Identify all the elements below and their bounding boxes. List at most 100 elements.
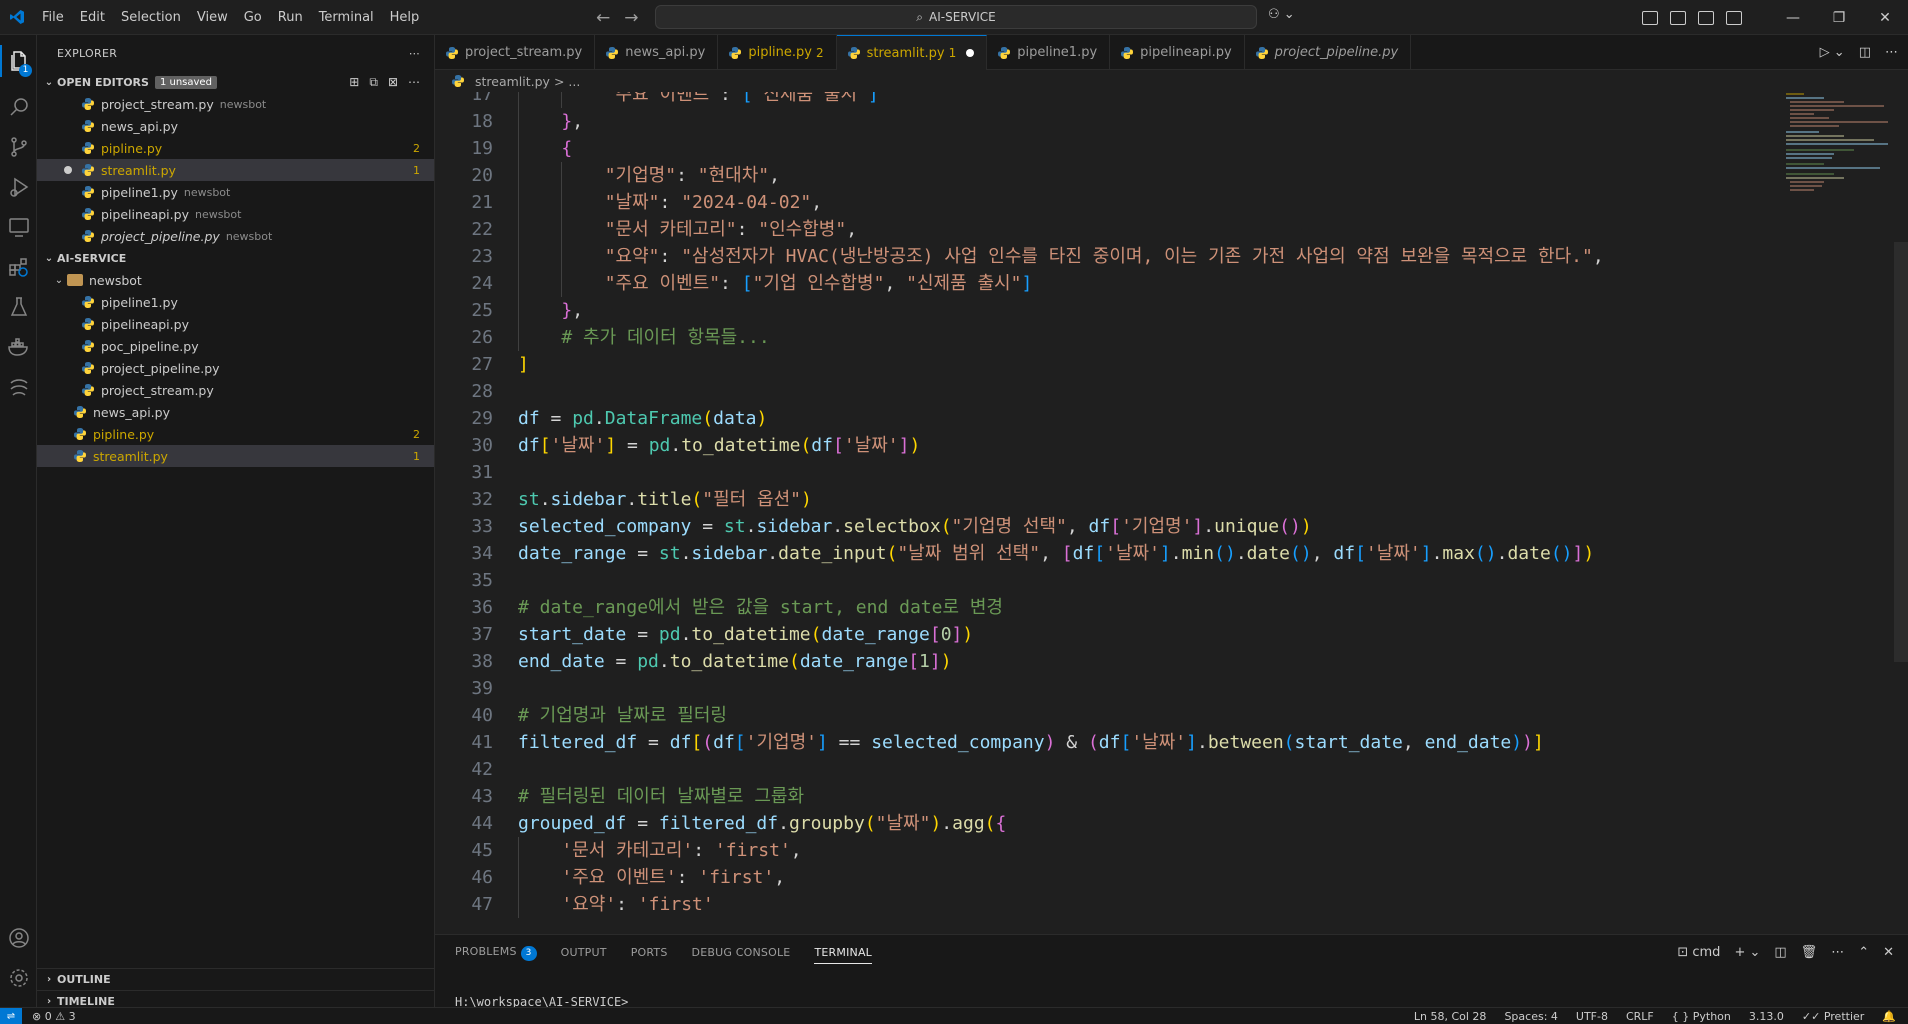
tab-news_api-py[interactable]: news_api.py: [595, 35, 719, 70]
outline-section[interactable]: › OUTLINE: [37, 968, 435, 990]
remote-indicator-icon[interactable]: ⇌: [0, 1007, 22, 1024]
remote-explorer-icon[interactable]: [0, 207, 37, 247]
editor-scrollbar[interactable]: [1894, 242, 1908, 662]
file-item[interactable]: project_stream.py newsbot: [37, 93, 434, 115]
tab-project_pipeline-py[interactable]: project_pipeline.py: [1245, 35, 1412, 70]
tab-pipeline1-py[interactable]: pipeline1.py: [987, 35, 1111, 70]
breadcrumb-rest[interactable]: > ...: [554, 74, 580, 89]
copilot-icon[interactable]: ⚇ ⌄: [1268, 7, 1295, 22]
file-item[interactable]: pipeline1.py newsbot: [37, 181, 434, 203]
maximize-panel-icon[interactable]: ⌃: [1858, 945, 1869, 960]
prettier-tools-icon[interactable]: [0, 367, 37, 407]
code-line[interactable]: 22 "문서 카테고리": "인수합병",: [435, 216, 1895, 243]
code-line[interactable]: 18},: [435, 108, 1895, 135]
code-line[interactable]: 39: [435, 675, 1895, 702]
open-editors-header[interactable]: ⌄ OPEN EDITORS 1 unsaved ⊞ ⧉ ⊠ ⋯: [37, 71, 434, 93]
menu-terminal[interactable]: Terminal: [311, 10, 382, 25]
restore-button[interactable]: ❐: [1816, 10, 1862, 26]
kill-terminal-icon[interactable]: 🗑: [1801, 945, 1818, 960]
cursor-position[interactable]: Ln 58, Col 28: [1414, 1010, 1487, 1023]
menu-selection[interactable]: Selection: [113, 10, 189, 25]
tab-output[interactable]: OUTPUT: [561, 946, 607, 959]
file-item[interactable]: pipline.py 2: [37, 423, 434, 445]
file-item[interactable]: news_api.py: [37, 115, 434, 137]
code-line[interactable]: 31: [435, 459, 1895, 486]
more-icon[interactable]: ⋯: [1885, 45, 1898, 60]
indentation[interactable]: Spaces: 4: [1504, 1010, 1557, 1023]
unsaved-dot-icon[interactable]: [966, 49, 975, 57]
code-line[interactable]: 24 "주요 이벤트": ["기업 인수합병", "신제품 출시"]: [435, 270, 1895, 297]
code-line[interactable]: 25},: [435, 297, 1895, 324]
terminal-shell-icon[interactable]: ⊡ cmd: [1677, 945, 1720, 960]
code-line[interactable]: 36 # date_range에서 받은 값을 start, end date로 …: [435, 594, 1895, 621]
code-line[interactable]: 20 "기업명": "현대차",: [435, 162, 1895, 189]
code-line[interactable]: 46 '주요 이벤트': 'first',: [435, 864, 1895, 891]
minimize-button[interactable]: —: [1770, 10, 1816, 26]
file-item[interactable]: news_api.py: [37, 401, 434, 423]
code-line[interactable]: 33 selected_company = st.sidebar.selectbo…: [435, 513, 1895, 540]
code-line[interactable]: 26 # 추가 데이터 항목들...: [435, 324, 1895, 351]
settings-gear-icon[interactable]: [0, 958, 37, 998]
run-debug-icon[interactable]: [0, 167, 37, 207]
code-line[interactable]: 47 '요약': 'first': [435, 891, 1895, 918]
explorer-icon[interactable]: 1: [0, 41, 37, 81]
more-icon[interactable]: ⋯: [408, 75, 420, 90]
file-item[interactable]: project_pipeline.py: [37, 357, 434, 379]
close-window-button[interactable]: ✕: [1862, 10, 1908, 26]
menu-file[interactable]: File: [34, 10, 72, 25]
code-line[interactable]: 35: [435, 567, 1895, 594]
tab-problems[interactable]: PROBLEMS 3: [455, 945, 537, 961]
line-ending[interactable]: CRLF: [1626, 1010, 1654, 1023]
save-all-icon[interactable]: ⧉: [369, 75, 378, 90]
run-file-icon[interactable]: ▷ ⌄: [1820, 45, 1845, 60]
search-view-icon[interactable]: [0, 87, 37, 127]
breadcrumb-file[interactable]: streamlit.py: [475, 74, 550, 89]
source-control-icon[interactable]: [0, 127, 37, 167]
file-item[interactable]: streamlit.py 1: [37, 445, 434, 467]
code-line[interactable]: 30 df['날짜'] = pd.to_datetime(df['날짜']): [435, 432, 1895, 459]
menu-help[interactable]: Help: [382, 10, 428, 25]
tab-pipelineapi-py[interactable]: pipelineapi.py: [1110, 35, 1245, 70]
code-line[interactable]: 45 '문서 카테고리': 'first',: [435, 837, 1895, 864]
code-line[interactable]: 21 "날짜": "2024-04-02",: [435, 189, 1895, 216]
problems-status[interactable]: ⊗ 0 ⚠ 3: [32, 1010, 76, 1023]
code-line[interactable]: 27]: [435, 351, 1895, 378]
code-line[interactable]: 38 end_date = pd.to_datetime(date_range[1…: [435, 648, 1895, 675]
encoding[interactable]: UTF-8: [1576, 1010, 1608, 1023]
forward-arrow-icon[interactable]: →: [624, 8, 638, 28]
code-line[interactable]: 34 date_range = st.sidebar.date_input("날짜…: [435, 540, 1895, 567]
split-editor-icon[interactable]: ◫: [1859, 45, 1871, 60]
toggle-secondary-sidebar-icon[interactable]: [1726, 10, 1742, 25]
testing-icon[interactable]: [0, 287, 37, 327]
file-item[interactable]: project_pipeline.py newsbot: [37, 225, 434, 247]
close-panel-icon[interactable]: ✕: [1883, 945, 1894, 960]
menu-go[interactable]: Go: [236, 10, 270, 25]
tab-project_stream-py[interactable]: project_stream.py: [435, 35, 596, 70]
workspace-header[interactable]: ⌄ AI-SERVICE: [37, 247, 434, 269]
close-all-icon[interactable]: ⊠: [388, 75, 398, 90]
unsaved-dot-icon[interactable]: [64, 166, 72, 174]
split-terminal-icon[interactable]: ◫: [1774, 945, 1786, 960]
notifications-bell-icon[interactable]: 🔔: [1882, 1010, 1896, 1023]
code-line[interactable]: 37 start_date = pd.to_datetime(date_range…: [435, 621, 1895, 648]
code-line[interactable]: 43 # 필터링된 데이터 날짜별로 그룹화: [435, 783, 1895, 810]
customize-layout-icon[interactable]: [1642, 10, 1658, 25]
prettier-status[interactable]: ✓✓ Prettier: [1802, 1010, 1864, 1023]
accounts-icon[interactable]: [0, 918, 37, 958]
code-line[interactable]: 29 df = pd.DataFrame(data): [435, 405, 1895, 432]
code-line[interactable]: 23 "요약": "삼성전자가 HVAC(냉난방공조) 사업 인수를 타진 중이며…: [435, 243, 1895, 270]
docker-icon[interactable]: [0, 327, 37, 367]
file-item[interactable]: pipelineapi.py newsbot: [37, 203, 434, 225]
toggle-panel-icon[interactable]: [1698, 10, 1714, 25]
code-line[interactable]: 28: [435, 378, 1895, 405]
command-center-search[interactable]: ⌕ AI-SERVICE: [655, 5, 1257, 29]
file-item[interactable]: pipline.py 2: [37, 137, 434, 159]
language-mode[interactable]: { } Python: [1672, 1010, 1731, 1023]
file-item[interactable]: pipelineapi.py: [37, 313, 434, 335]
code-line[interactable]: 17 "주요 이벤트": ["신제품 출시"]: [435, 92, 1895, 108]
code-line[interactable]: 42: [435, 756, 1895, 783]
menu-view[interactable]: View: [189, 10, 236, 25]
code-line[interactable]: 40 # 기업명과 날짜로 필터링: [435, 702, 1895, 729]
extensions-icon[interactable]: [0, 247, 37, 287]
tab-debug-console[interactable]: DEBUG CONSOLE: [692, 946, 791, 959]
